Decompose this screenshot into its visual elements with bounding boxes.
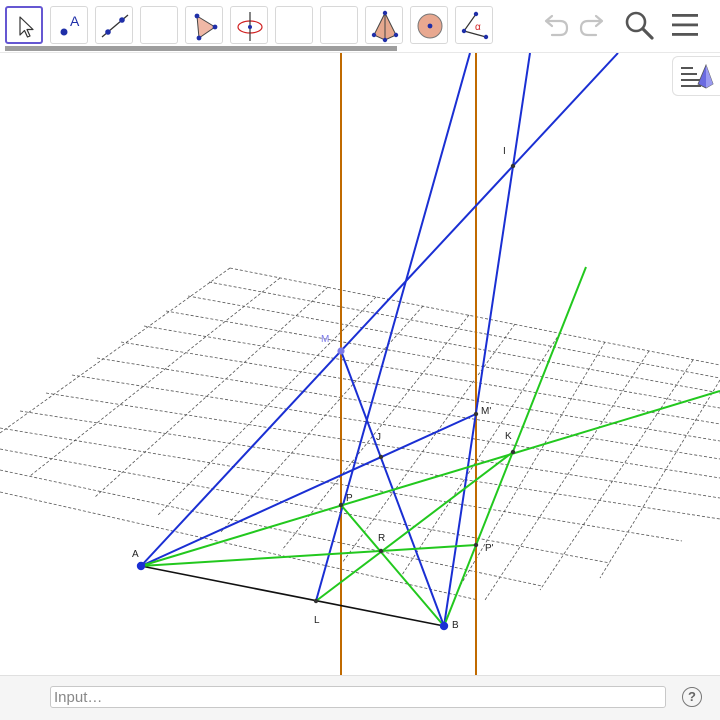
point-R[interactable] (378, 548, 384, 554)
main-menu-button[interactable] (668, 8, 702, 42)
polygon-tool-button[interactable] (185, 6, 223, 44)
sphere-icon (417, 13, 443, 39)
line-AM[interactable] (140, 53, 619, 567)
graphics-3d-view[interactable]: A B M M' I J K L P P' R (0, 53, 720, 675)
label-K: K (505, 431, 512, 442)
point-B[interactable] (439, 621, 449, 631)
label-M-prime: M' (481, 406, 491, 417)
label-R: R (378, 533, 385, 544)
toolbar: A α (0, 0, 720, 52)
search-button[interactable] (622, 8, 656, 42)
polygon-icon (194, 13, 218, 41)
line-tool-button[interactable] (95, 6, 133, 44)
pyramid-icon (371, 10, 399, 43)
point-P[interactable] (338, 502, 344, 508)
line-icon (101, 14, 129, 38)
line-AM-prime[interactable] (140, 413, 477, 567)
perpendicular-plane-icon (237, 12, 263, 41)
point-L[interactable] (313, 598, 319, 604)
angle-icon: α (461, 11, 489, 40)
point-P-prime[interactable] (473, 542, 479, 548)
help-button[interactable]: ? (682, 687, 702, 707)
arrow-cursor-icon (19, 16, 34, 38)
undo-icon (544, 14, 569, 37)
point-M[interactable] (337, 347, 345, 355)
empty-tool-button-1[interactable] (140, 6, 178, 44)
undo-button[interactable] (538, 8, 572, 42)
points (136, 163, 516, 631)
menu-icon (672, 14, 698, 36)
toolbar-scroll-indicator (5, 46, 397, 51)
point-M-prime[interactable] (473, 411, 479, 417)
label-P-prime: P' (485, 543, 494, 554)
point-icon: A (60, 13, 80, 36)
input-bar: ? (0, 675, 720, 720)
redo-button[interactable] (576, 8, 610, 42)
search-icon (625, 11, 654, 40)
line-AP-prime[interactable] (140, 544, 477, 567)
pyramid-tool-button[interactable] (365, 6, 403, 44)
label-I: I (503, 146, 506, 157)
style-bar-toggle-button[interactable] (672, 56, 720, 96)
point-tool-label: A (70, 13, 80, 29)
point-I[interactable] (510, 163, 516, 169)
label-M: M (321, 334, 329, 345)
label-P: P (346, 493, 353, 504)
line-BM[interactable] (340, 350, 445, 627)
label-J: J (376, 432, 381, 443)
angle-tool-label: α (475, 22, 481, 33)
redo-icon (579, 14, 604, 37)
point-K[interactable] (510, 449, 516, 455)
empty-tool-button-2[interactable] (275, 6, 313, 44)
move-tool-button[interactable] (5, 6, 43, 44)
point-J[interactable] (378, 454, 384, 460)
label-L: L (314, 615, 320, 626)
sphere-tool-button[interactable] (410, 6, 448, 44)
empty-tool-button-3[interactable] (320, 6, 358, 44)
point-A[interactable] (136, 561, 146, 571)
style-bar-toggle-icon (681, 63, 714, 89)
point-tool-button[interactable]: A (50, 6, 88, 44)
label-B: B (452, 620, 459, 631)
line-AK[interactable] (140, 390, 720, 567)
angle-tool-button[interactable]: α (455, 6, 493, 44)
label-A: A (132, 549, 139, 560)
plane-tool-button[interactable] (230, 6, 268, 44)
segment-AB[interactable] (140, 565, 445, 627)
line-BK[interactable] (443, 266, 587, 627)
algebra-input-field[interactable] (50, 686, 666, 708)
xy-plane-grid (0, 267, 720, 601)
construction-canvas[interactable]: A B M M' I J K L P P' R (0, 53, 720, 675)
